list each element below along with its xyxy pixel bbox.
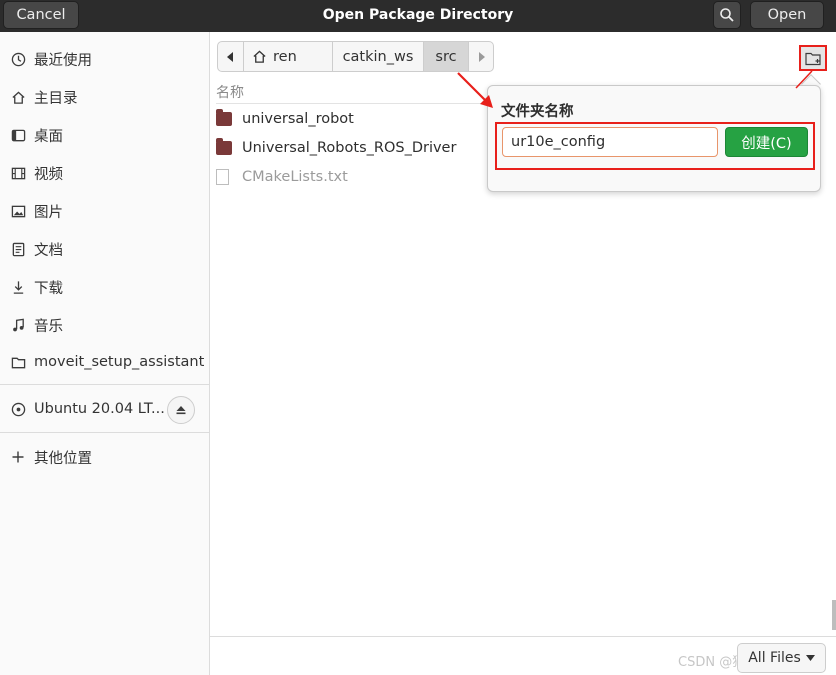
sidebar-item-home[interactable]: 主目录 xyxy=(0,80,209,114)
sidebar-item-label: moveit_setup_assistant xyxy=(34,354,205,370)
video-icon xyxy=(10,165,26,181)
sidebar-item-label: 下载 xyxy=(34,280,63,297)
sidebar-item-label: 最近使用 xyxy=(34,52,92,69)
sidebar-item-label: 文档 xyxy=(34,242,63,259)
sidebar-item-pictures[interactable]: 图片 xyxy=(0,194,209,228)
bottom-divider xyxy=(210,636,836,637)
document-icon xyxy=(10,241,26,257)
home-icon xyxy=(10,89,26,105)
file-row-universal-robot[interactable]: universal_robot xyxy=(216,104,486,133)
sidebar-item-other-locations[interactable]: 其他位置 xyxy=(0,440,209,474)
file-name: Universal_Robots_ROS_Driver xyxy=(242,139,457,156)
sidebar-item-desktop[interactable]: 桌面 xyxy=(0,118,209,152)
sidebar-item-label: 音乐 xyxy=(34,318,63,335)
clock-icon xyxy=(10,51,26,67)
new-folder-button[interactable] xyxy=(799,45,827,71)
path-back-button[interactable] xyxy=(218,42,244,71)
sidebar-item-label: 其他位置 xyxy=(34,450,92,467)
plus-icon xyxy=(10,449,26,465)
search-button[interactable] xyxy=(713,1,741,29)
path-segment-home[interactable]: ren xyxy=(244,42,333,71)
file-row-cmakelists[interactable]: CMakeLists.txt xyxy=(216,162,486,191)
sidebar-item-downloads[interactable]: 下载 xyxy=(0,270,209,304)
sidebar-item-documents[interactable]: 文档 xyxy=(0,232,209,266)
path-forward-button[interactable] xyxy=(469,42,493,71)
path-segment-src[interactable]: src xyxy=(424,42,469,71)
home-icon xyxy=(253,50,266,63)
sidebar-item-videos[interactable]: 视频 xyxy=(0,156,209,190)
download-icon xyxy=(10,279,26,295)
disc-icon xyxy=(10,401,26,417)
chevron-down-icon xyxy=(805,655,815,661)
cancel-button[interactable]: Cancel xyxy=(3,1,79,29)
file-filter-dropdown[interactable]: All Files xyxy=(737,643,826,673)
sidebar-item-label: 桌面 xyxy=(34,128,63,145)
desktop-icon xyxy=(10,127,26,143)
file-filter-label: All Files xyxy=(748,650,801,666)
folder-name-label: 文件夹名称 xyxy=(501,104,574,120)
chevron-left-icon xyxy=(226,51,233,62)
sidebar-item-recent[interactable]: 最近使用 xyxy=(0,42,209,76)
eject-button[interactable] xyxy=(167,396,195,424)
image-icon xyxy=(10,203,26,219)
create-button[interactable]: 创建(C) xyxy=(725,127,808,157)
music-icon xyxy=(10,317,26,333)
sidebar-item-drive[interactable]: Ubuntu 20.04 LT... xyxy=(0,392,209,426)
folder-name-input[interactable] xyxy=(502,127,718,157)
file-name: CMakeLists.txt xyxy=(242,168,348,185)
sidebar-item-label: 视频 xyxy=(34,166,63,183)
sidebar-item-music[interactable]: 音乐 xyxy=(0,308,209,342)
search-icon xyxy=(720,8,734,22)
file-name: universal_robot xyxy=(242,110,354,127)
sidebar-divider xyxy=(0,432,209,433)
path-segment-catkin-ws[interactable]: catkin_ws xyxy=(333,42,424,71)
header-bar: Cancel Open Package Directory Open xyxy=(0,0,836,32)
open-button[interactable]: Open xyxy=(750,1,824,29)
eject-icon xyxy=(176,406,186,415)
sidebar-item-label: 图片 xyxy=(34,204,63,221)
new-folder-popover: 文件夹名称 创建(C) xyxy=(487,85,821,192)
folder-icon xyxy=(10,354,26,370)
chevron-right-icon xyxy=(479,51,485,62)
sidebar-item-label: Ubuntu 20.04 LT... xyxy=(34,401,165,417)
sidebar-item-label: 主目录 xyxy=(34,90,78,107)
path-bar: ren catkin_ws src xyxy=(217,41,494,72)
sidebar: 最近使用 主目录 桌面 视频 图片 文档 下载 音乐 moveit_setup_… xyxy=(0,32,210,675)
text-file-icon xyxy=(216,168,229,185)
path-segment-label: ren xyxy=(273,48,297,65)
column-header-name[interactable]: 名称 xyxy=(216,82,244,102)
folder-icon xyxy=(216,137,232,155)
sidebar-item-moveit[interactable]: moveit_setup_assistant xyxy=(0,345,209,379)
folder-icon xyxy=(216,108,232,126)
new-folder-icon xyxy=(804,52,821,65)
window-edge xyxy=(832,600,836,630)
dialog-title: Open Package Directory xyxy=(322,7,514,23)
file-row-ur-ros-driver[interactable]: Universal_Robots_ROS_Driver xyxy=(216,133,486,162)
sidebar-divider xyxy=(0,384,209,385)
